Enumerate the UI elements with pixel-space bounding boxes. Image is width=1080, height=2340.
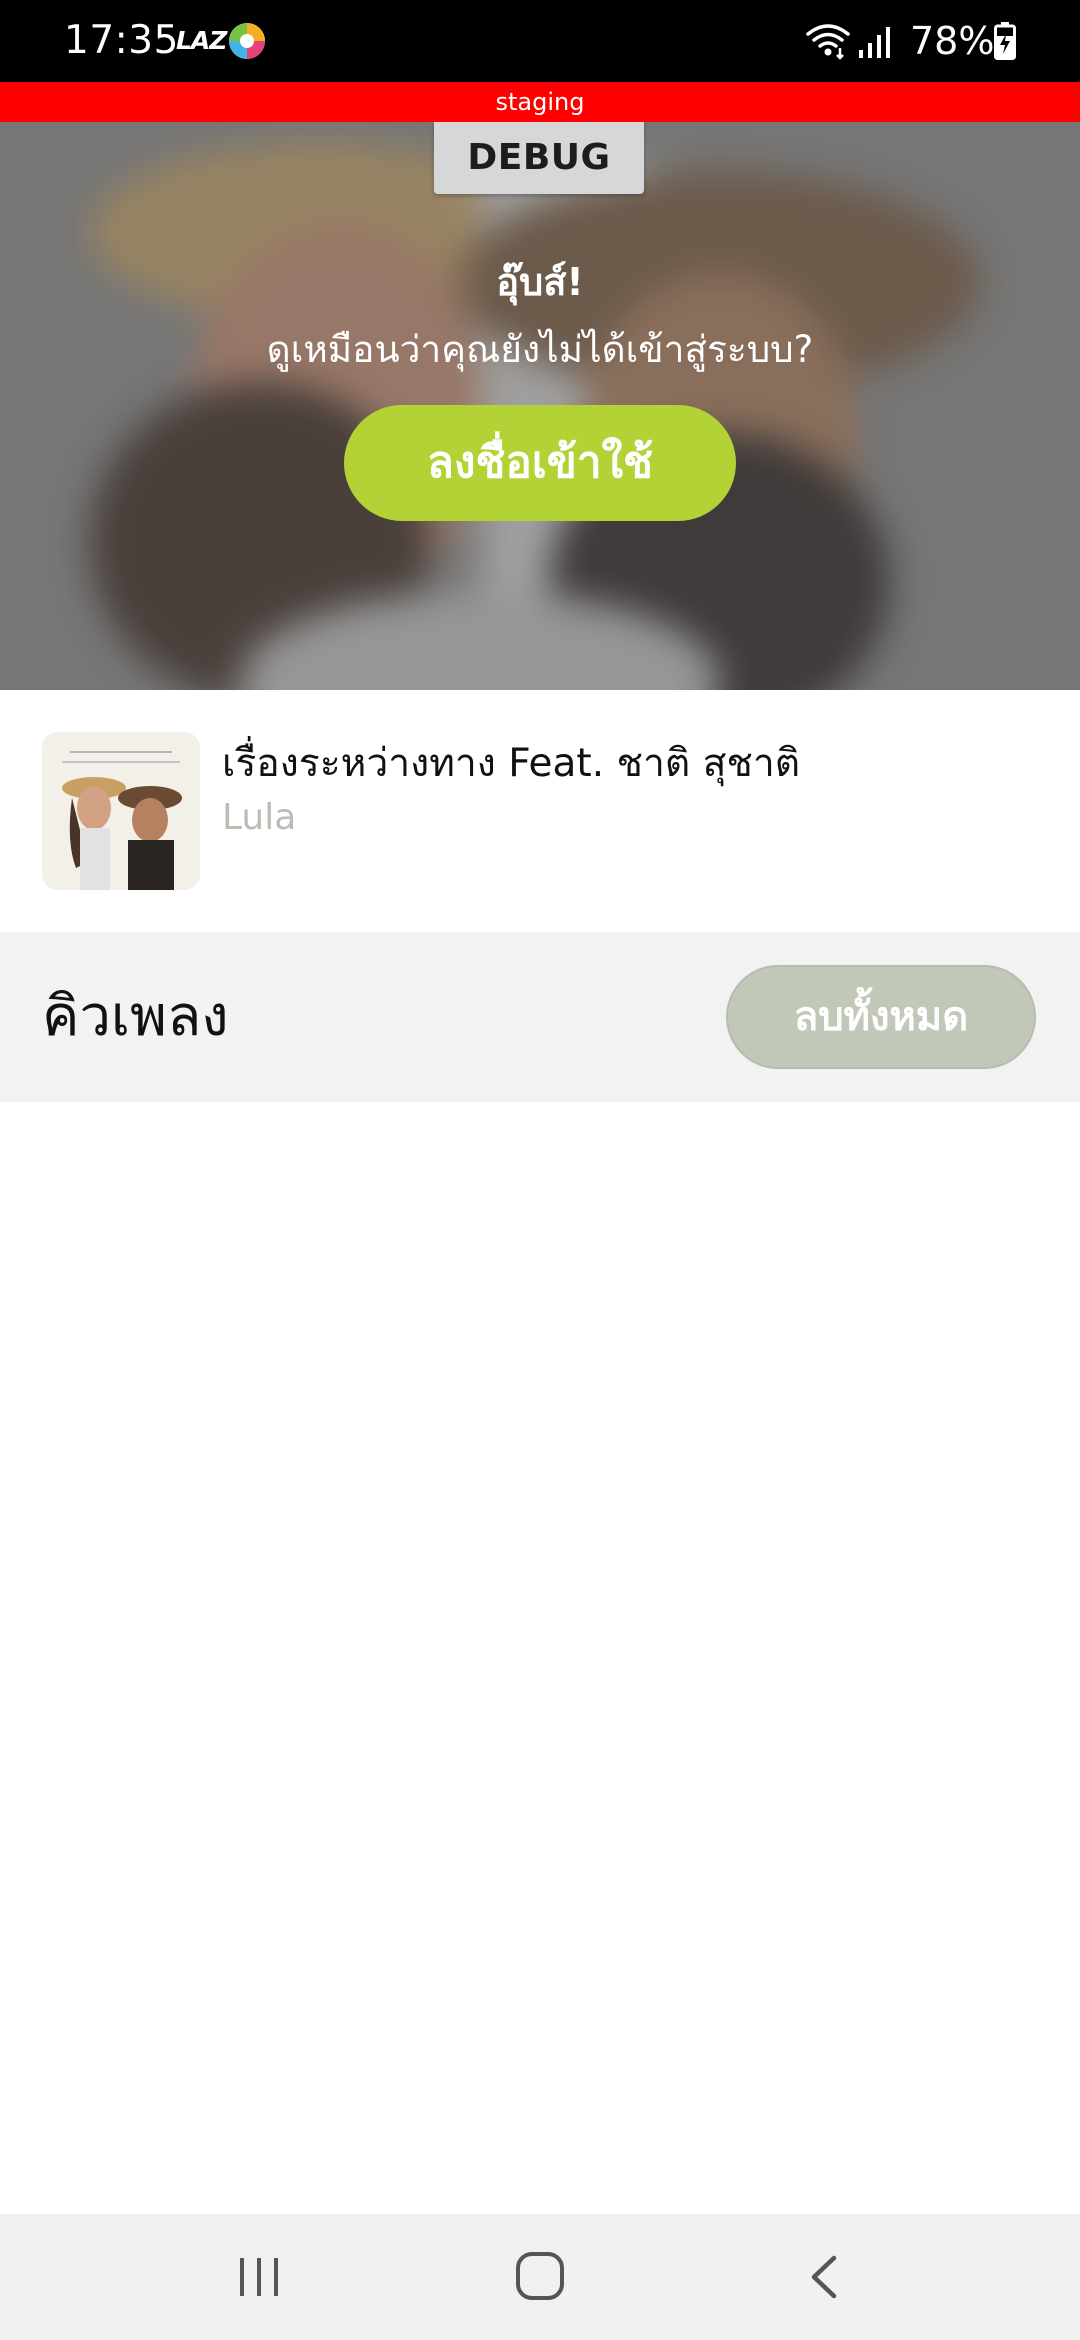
status-time: 17:35 xyxy=(64,18,179,63)
queue-title: คิวเพลง xyxy=(42,984,229,1049)
album-cover xyxy=(42,732,200,890)
home-icon[interactable] xyxy=(514,2250,566,2302)
battery-percent: 78% xyxy=(910,19,995,63)
back-icon[interactable] xyxy=(806,2252,840,2302)
wifi-icon xyxy=(806,24,850,60)
login-hero: DEBUG อุ๊บส์! ดูเหมือนว่าคุณยังไม่ได้เข้… xyxy=(0,122,1080,690)
debug-button[interactable]: DEBUG xyxy=(434,122,644,194)
album-cover-art xyxy=(42,732,200,890)
app-notification-icon xyxy=(229,23,265,59)
hero-subtitle: ดูเหมือนว่าคุณยังไม่ได้เข้าสู่ระบบ? xyxy=(266,328,814,371)
queue-header: คิวเพลง ลบทั้งหมด xyxy=(0,932,1080,1102)
app-screen: 17:35 LAZ 78% staging DEBUG อุ๊บส์! ดูเห… xyxy=(0,0,1080,2340)
system-nav-bar xyxy=(0,2214,1080,2340)
recents-icon[interactable] xyxy=(236,2252,282,2302)
status-bar: 17:35 LAZ 78% xyxy=(0,0,1080,82)
hero-title: อุ๊บส์! xyxy=(496,260,584,304)
staging-banner: staging xyxy=(0,82,1080,122)
now-playing-row[interactable]: เรื่องระหว่างทาง Feat. ชาติ สุชาติ Lula xyxy=(0,690,1080,932)
laz-icon: LAZ xyxy=(176,26,227,55)
queue-list xyxy=(0,1102,1080,2214)
login-button[interactable]: ลงชื่อเข้าใช้ xyxy=(344,405,736,521)
battery-charging-icon xyxy=(994,22,1016,60)
song-artist: Lula xyxy=(222,797,297,838)
clear-all-button[interactable]: ลบทั้งหมด xyxy=(726,965,1036,1069)
signal-icon xyxy=(859,27,890,58)
song-title: เรื่องระหว่างทาง Feat. ชาติ สุชาติ xyxy=(222,741,801,786)
